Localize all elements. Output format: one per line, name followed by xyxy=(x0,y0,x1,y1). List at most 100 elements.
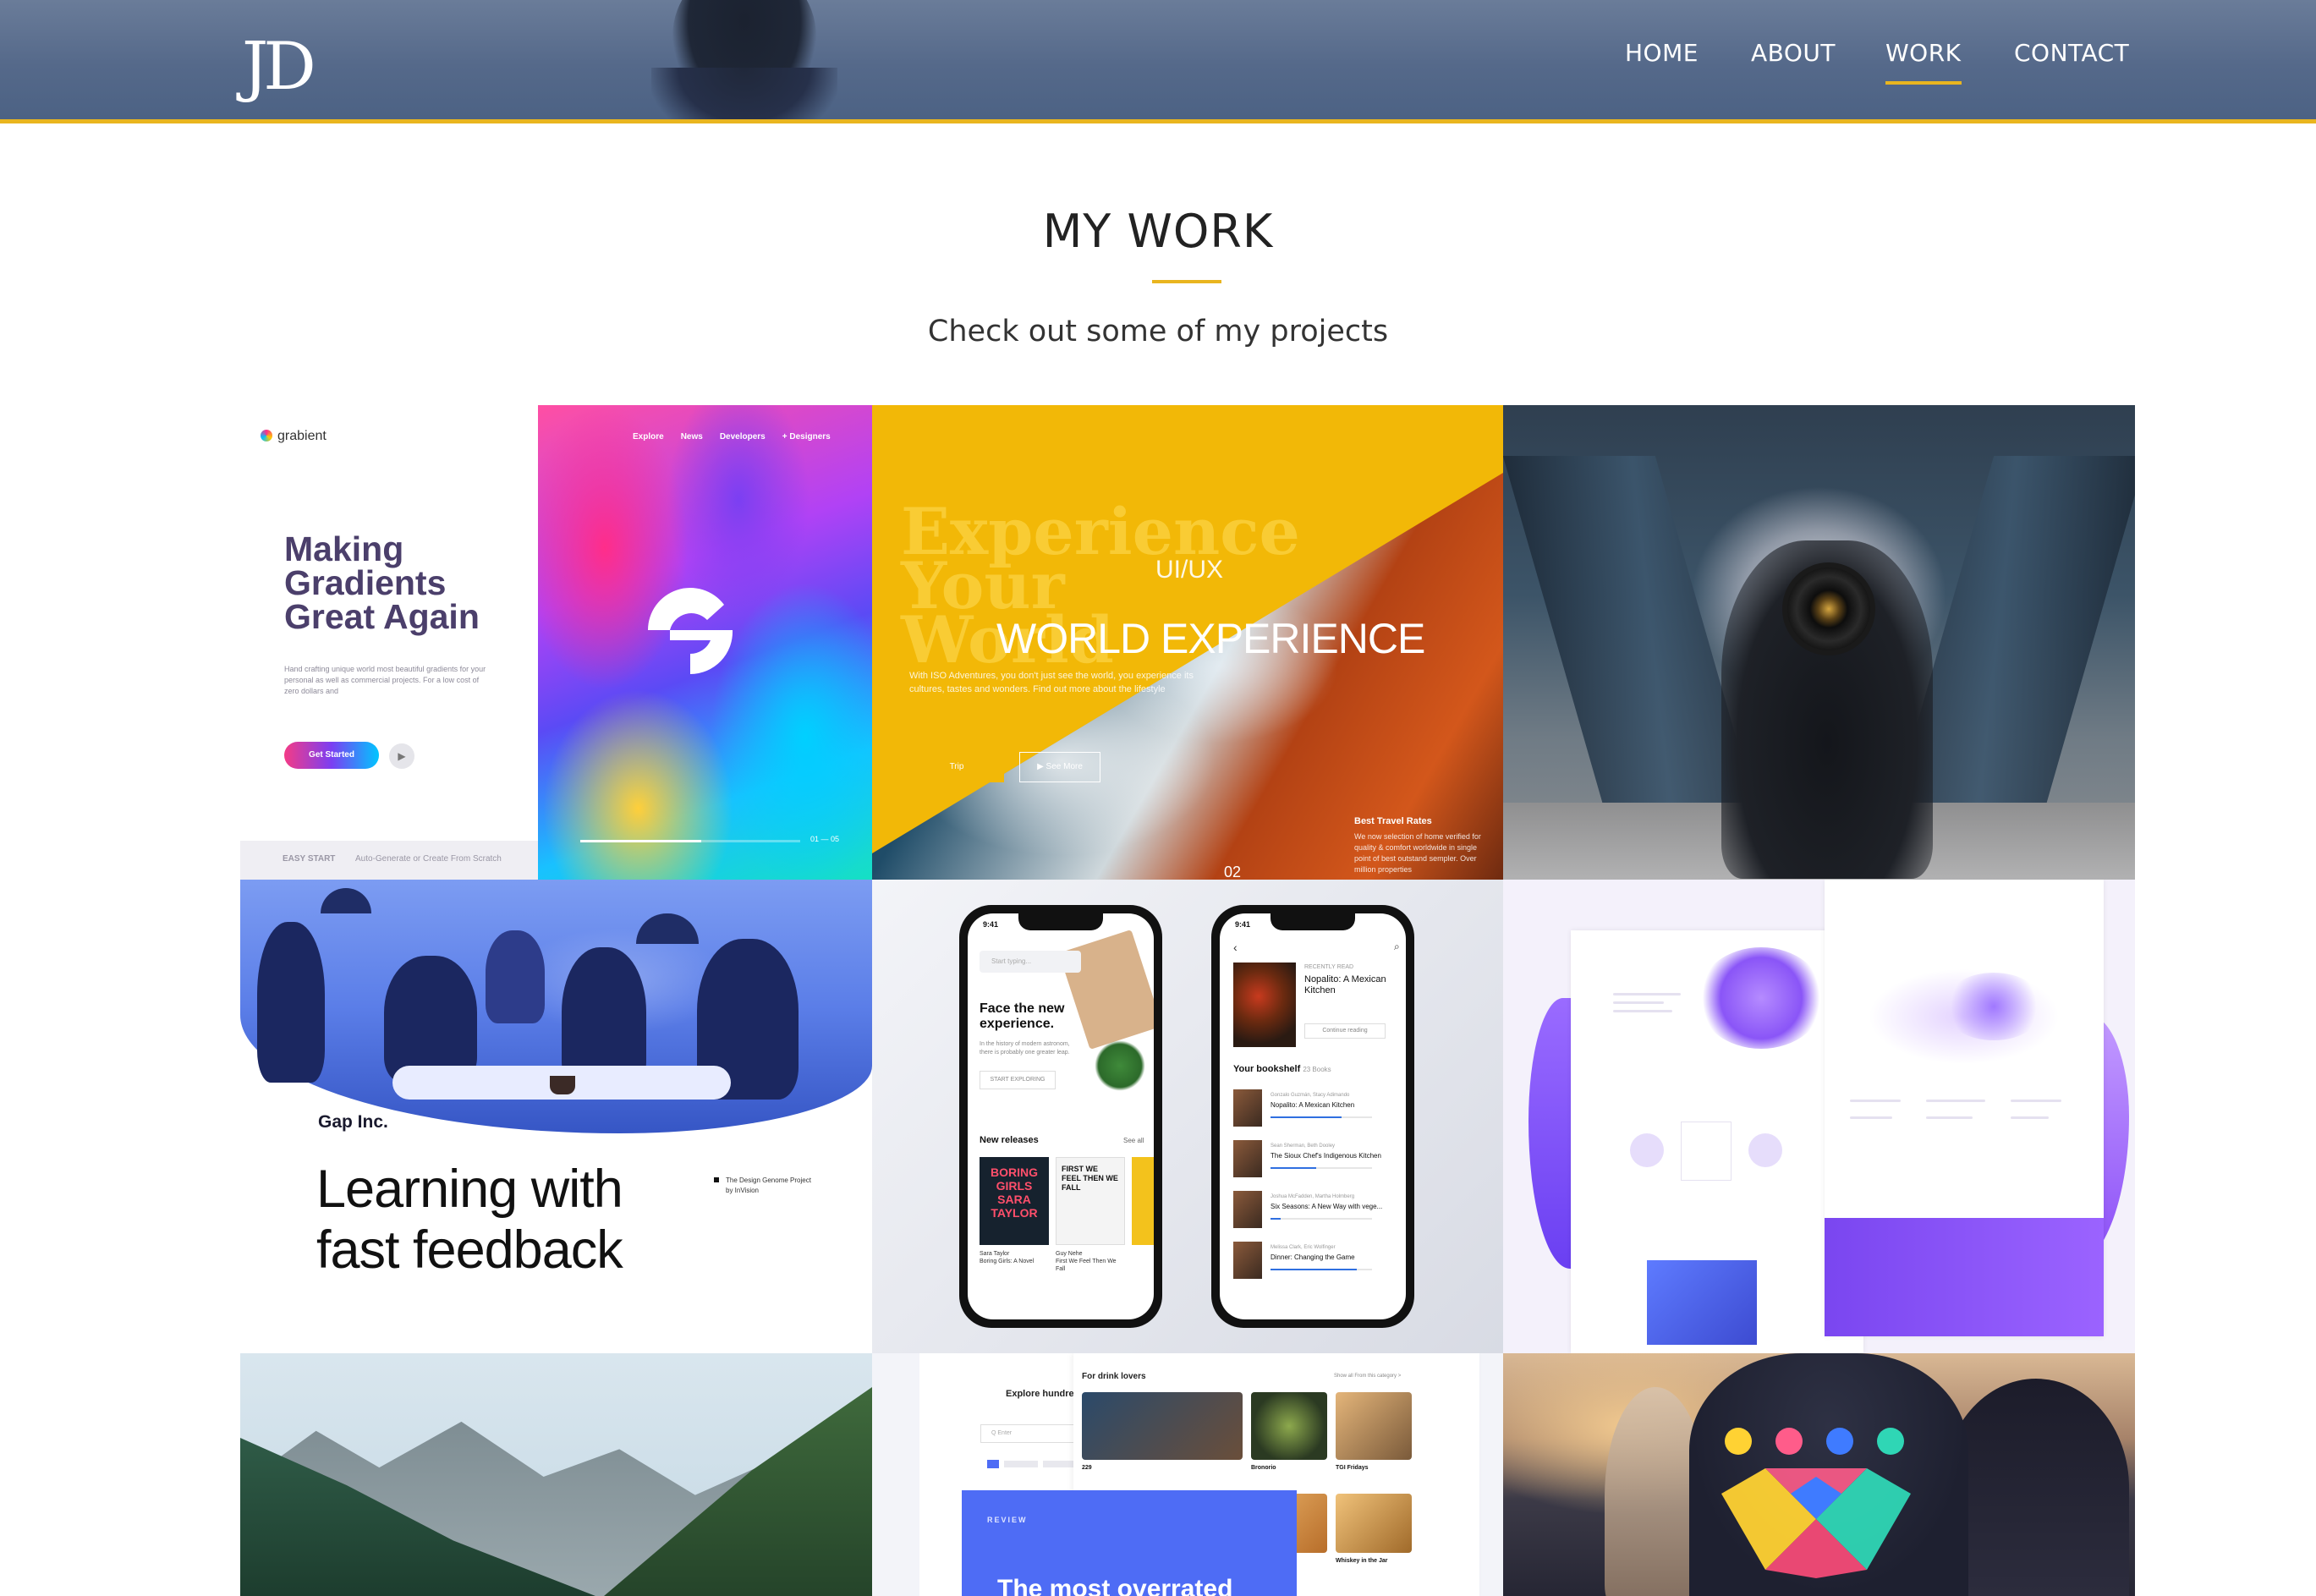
nav-work[interactable]: WORK xyxy=(1885,39,1962,85)
world-lede: With ISO Adventures, you don't just see … xyxy=(909,671,1194,694)
project-tile-photographer[interactable] xyxy=(1503,405,2135,880)
grabient-headline: Making Gradients Great Again xyxy=(284,529,480,636)
shelf-row: Gonzalo Guzmán, Stacy Adimando Nopalito: … xyxy=(1233,1089,1394,1137)
project-tile-delivery-site[interactable] xyxy=(1503,880,2135,1353)
drink-place-name: Whiskey in the Jar xyxy=(1336,1558,1388,1564)
project-tile-drinks[interactable]: Explore hundre Q Enter For drink lovers … xyxy=(872,1353,1503,1596)
drink-photo xyxy=(1082,1392,1243,1460)
world-tag: UI/UX xyxy=(1155,556,1224,584)
world-pager: 02 xyxy=(1224,864,1242,880)
drinks-explore-title: Explore hundre xyxy=(1006,1389,1074,1399)
phone-mockup-explore: 9:41 Start typing... Face the new experi… xyxy=(959,905,1162,1328)
world-rates-title: Best Travel Rates xyxy=(1354,816,1432,826)
escalator-left xyxy=(1503,456,1758,811)
book-cover xyxy=(1132,1157,1154,1245)
reader-hero-text: In the history of modern astronom, there… xyxy=(980,1041,1070,1056)
section-subtitle: Check out some of my projects xyxy=(927,315,1389,348)
grabient-description: Hand crafting unique world most beautifu… xyxy=(284,665,486,695)
reader-search-field: Start typing... xyxy=(980,951,1081,973)
world-primary-button: Trip xyxy=(909,752,1004,782)
grabient-g-mark-icon xyxy=(648,588,733,674)
gap-note: The Design Genome Project by InVision xyxy=(714,1176,811,1196)
grabient-slider-progress xyxy=(580,840,800,842)
illustration-person xyxy=(486,930,545,1023)
logo-dot-blue xyxy=(1826,1428,1853,1455)
camera-lens-icon xyxy=(1782,562,1875,655)
world-see-more-button: ▶ See More xyxy=(1019,752,1100,782)
book-cover: BORING GIRLS SARA TAYLOR xyxy=(980,1157,1049,1245)
project-tile-heart-logo[interactable] xyxy=(1503,1353,2135,1596)
photo-person xyxy=(1943,1379,2129,1596)
title-underline xyxy=(1152,280,1221,283)
section-title: MY WORK xyxy=(1042,205,1274,258)
grabient-slide-counter: 01 — 05 xyxy=(810,835,840,843)
world-headline: WORLD EXPERIENCE xyxy=(996,615,1425,662)
play-icon: ▶ xyxy=(389,743,414,769)
nav-contact[interactable]: CONTACT xyxy=(2014,39,2129,67)
drink-photo xyxy=(1251,1392,1327,1460)
see-all-link: See all xyxy=(1123,1137,1144,1144)
pendant-lamp-icon xyxy=(321,888,371,913)
drinks-search-field: Q Enter xyxy=(980,1424,1082,1443)
book-caption: Guy Nehe First We Feel Then We Fall xyxy=(1056,1251,1117,1272)
drink-photo xyxy=(1336,1392,1412,1460)
world-rates: Best Travel Rates We now selection of ho… xyxy=(1354,816,1490,875)
plant-image xyxy=(1095,1040,1145,1091)
logo-dot-teal xyxy=(1877,1428,1904,1455)
grabient-landing: grabient Making Gradients Great Again Ha… xyxy=(240,405,538,880)
project-tile-mountains[interactable] xyxy=(240,1353,872,1596)
illustration-person xyxy=(257,922,325,1083)
grabient-cta-button: Get Started xyxy=(284,742,379,769)
review-card: REVIEW The most overrated xyxy=(962,1490,1297,1596)
nav-home[interactable]: HOME xyxy=(1625,39,1699,67)
website-mockup-page xyxy=(1825,880,2104,1336)
project-tile-gap[interactable]: Gap Inc. Learning with fast feedback The… xyxy=(240,880,872,1353)
reader-start-button: START EXPLORING xyxy=(980,1071,1056,1089)
grabient-brand: grabient xyxy=(261,429,327,444)
grabient-footer-label: EASY START xyxy=(283,854,336,864)
project-tile-reader-app[interactable]: 9:41 Start typing... Face the new experi… xyxy=(872,880,1503,1353)
gap-brand: Gap Inc. xyxy=(318,1112,388,1132)
shelf-row: Joshua McFadden, Martha Holmberg Six Seas… xyxy=(1233,1191,1394,1238)
recent-book-cover xyxy=(1233,963,1296,1047)
nav-about[interactable]: ABOUT xyxy=(1751,39,1836,67)
phone-mockup-bookshelf: 9:41 ‹ ⌕ RECENTLY READ Nopalito: A Mexic… xyxy=(1211,905,1414,1328)
website-mockup-page xyxy=(1571,930,1863,1353)
drink-photo xyxy=(1336,1494,1412,1553)
new-releases-heading: New releases xyxy=(980,1135,1039,1145)
drink-place-name: TGI Fridays xyxy=(1336,1465,1369,1471)
review-label: REVIEW xyxy=(987,1516,1028,1524)
bookshelf-heading: Your bookshelf 23 Books xyxy=(1233,1064,1331,1074)
back-arrow-icon: ‹ xyxy=(1233,941,1238,954)
header-background-figure xyxy=(651,68,837,119)
grabient-logo-icon xyxy=(261,430,272,442)
book-cover: FIRST WE FEEL THEN WE FALL xyxy=(1056,1157,1125,1245)
logo-dot-yellow xyxy=(1725,1428,1752,1455)
continue-reading-button: Continue reading xyxy=(1304,1023,1386,1039)
reader-hero-title: Face the new experience. xyxy=(980,1001,1065,1031)
illustration-person xyxy=(384,956,477,1083)
world-rates-text: We now selection of home verified for qu… xyxy=(1354,832,1481,874)
grabient-menu: Explore News Developers + Designers xyxy=(633,432,831,442)
search-icon: ⌕ xyxy=(1394,941,1400,952)
book-caption: Sara Taylor Boring Girls: A Novel xyxy=(980,1251,1035,1264)
drink-place-name: 229 xyxy=(1082,1465,1092,1471)
grabient-footer-text: Auto-Generate or Create From Scratch xyxy=(355,854,502,864)
gap-illustration xyxy=(240,880,872,1133)
drinks-show-all-link: Show all From this category > xyxy=(1334,1374,1402,1379)
coffee-cup-icon xyxy=(550,1076,575,1094)
review-title: The most overrated xyxy=(997,1575,1233,1596)
site-logo[interactable]: JD xyxy=(242,29,343,105)
project-tile-world-experience[interactable]: Experience Your World UI/UX WORLD EXPERI… xyxy=(872,405,1503,880)
logo-dot-pink xyxy=(1775,1428,1803,1455)
shelf-row: Melissa Clark, Eric Wolfinger Dinner: Cha… xyxy=(1233,1242,1394,1289)
drinks-section-title: For drink lovers xyxy=(1082,1372,1146,1381)
site-header: JD HOME ABOUT WORK CONTACT xyxy=(0,0,2316,123)
recently-read-label: RECENTLY READ xyxy=(1304,964,1354,970)
drink-place-name: Bronorio xyxy=(1251,1465,1276,1471)
heart-logo-icon xyxy=(1721,1468,1911,1578)
project-tile-grabient[interactable]: grabient Making Gradients Great Again Ha… xyxy=(240,405,872,880)
shelf-row: Sean Sherman, Beth Dooley The Sioux Chef'… xyxy=(1233,1140,1394,1187)
pendant-lamp-icon xyxy=(636,913,699,944)
recent-book-title: Nopalito: A Mexican Kitchen xyxy=(1304,974,1386,995)
